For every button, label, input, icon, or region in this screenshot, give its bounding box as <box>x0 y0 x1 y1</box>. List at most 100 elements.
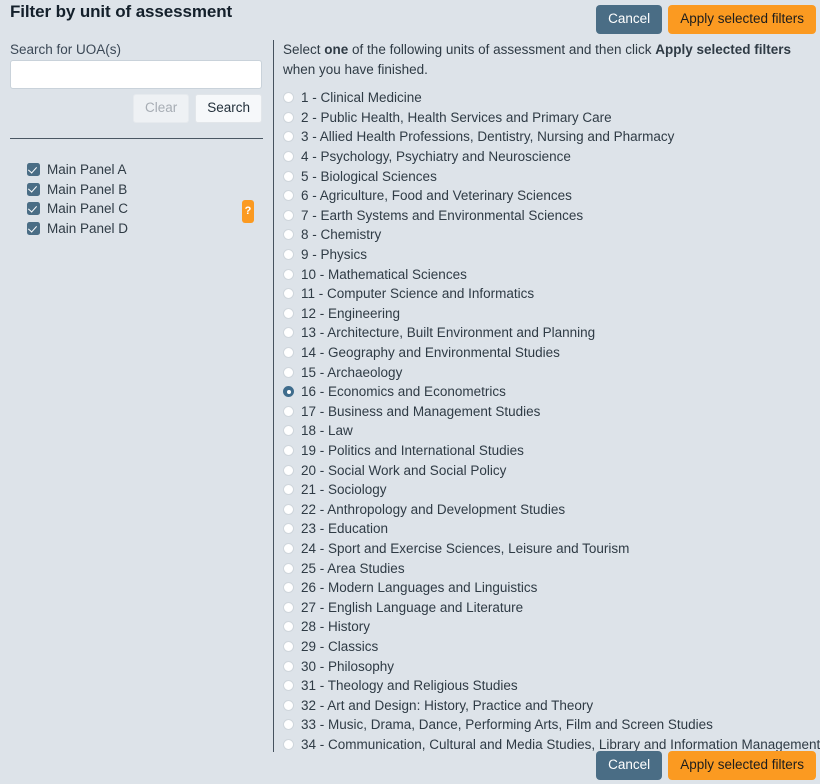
radio-unselected-icon[interactable] <box>283 131 294 142</box>
instructions-part3: when you have finished. <box>283 62 428 77</box>
radio-unselected-icon[interactable] <box>283 582 294 593</box>
radio-unselected-icon[interactable] <box>283 661 294 672</box>
uoa-label: 14 - Geography and Environmental Studies <box>301 345 560 360</box>
radio-unselected-icon[interactable] <box>283 465 294 476</box>
checkbox-checked-icon[interactable] <box>27 222 40 235</box>
radio-unselected-icon[interactable] <box>283 641 294 652</box>
cancel-button-top[interactable]: Cancel <box>596 5 662 34</box>
uoa-label: 17 - Business and Management Studies <box>301 404 540 419</box>
uoa-label: 24 - Sport and Exercise Sciences, Leisur… <box>301 541 629 556</box>
uoa-label: 26 - Modern Languages and Linguistics <box>301 580 537 595</box>
radio-unselected-icon[interactable] <box>283 504 294 515</box>
radio-unselected-icon[interactable] <box>283 151 294 162</box>
uoa-label: 34 - Communication, Cultural and Media S… <box>301 737 820 752</box>
uoa-label: 18 - Law <box>301 423 353 438</box>
main-panel-checkbox-row[interactable]: Main Panel C <box>0 199 272 219</box>
radio-unselected-icon[interactable] <box>283 700 294 711</box>
radio-unselected-icon[interactable] <box>283 445 294 456</box>
uoa-radio-row[interactable]: 12 - Engineering <box>283 304 817 324</box>
uoa-radio-row[interactable]: 15 - Archaeology <box>283 362 817 382</box>
bottom-action-bar: Cancel Apply selected filters <box>596 751 816 780</box>
uoa-radio-list: 1 - Clinical Medicine 2 - Public Health, … <box>283 88 817 754</box>
uoa-radio-row[interactable]: 30 - Philosophy <box>283 656 817 676</box>
uoa-radio-row[interactable]: 27 - English Language and Literature <box>283 597 817 617</box>
checkbox-checked-icon[interactable] <box>27 202 40 215</box>
help-icon[interactable]: ? <box>242 200 254 223</box>
uoa-radio-row[interactable]: 4 - Psychology, Psychiatry and Neuroscie… <box>283 147 817 167</box>
radio-unselected-icon[interactable] <box>283 425 294 436</box>
radio-unselected-icon[interactable] <box>283 680 294 691</box>
uoa-radio-row[interactable]: 33 - Music, Drama, Dance, Performing Art… <box>283 715 817 735</box>
radio-unselected-icon[interactable] <box>283 92 294 103</box>
uoa-radio-row[interactable]: 21 - Sociology <box>283 480 817 500</box>
clear-button[interactable]: Clear <box>133 94 189 123</box>
radio-unselected-icon[interactable] <box>283 112 294 123</box>
uoa-radio-row[interactable]: 22 - Anthropology and Development Studie… <box>283 499 817 519</box>
uoa-radio-row[interactable]: 24 - Sport and Exercise Sciences, Leisur… <box>283 539 817 559</box>
uoa-radio-row[interactable]: 10 - Mathematical Sciences <box>283 264 817 284</box>
uoa-radio-row[interactable]: 11 - Computer Science and Informatics <box>283 284 817 304</box>
cancel-button-bottom[interactable]: Cancel <box>596 751 662 780</box>
uoa-radio-row[interactable]: 13 - Architecture, Built Environment and… <box>283 323 817 343</box>
uoa-label: 25 - Area Studies <box>301 561 405 576</box>
uoa-radio-row[interactable]: 26 - Modern Languages and Linguistics <box>283 578 817 598</box>
uoa-radio-row[interactable]: 31 - Theology and Religious Studies <box>283 676 817 696</box>
radio-unselected-icon[interactable] <box>283 269 294 280</box>
uoa-label: 1 - Clinical Medicine <box>301 90 422 105</box>
uoa-radio-row[interactable]: 18 - Law <box>283 421 817 441</box>
radio-unselected-icon[interactable] <box>283 327 294 338</box>
radio-unselected-icon[interactable] <box>283 543 294 554</box>
radio-unselected-icon[interactable] <box>283 308 294 319</box>
radio-unselected-icon[interactable] <box>283 171 294 182</box>
uoa-radio-row[interactable]: 8 - Chemistry <box>283 225 817 245</box>
uoa-radio-row[interactable]: 5 - Biological Sciences <box>283 166 817 186</box>
uoa-radio-row[interactable]: 25 - Area Studies <box>283 558 817 578</box>
main-panel-checkbox-row[interactable]: Main Panel D <box>0 219 272 239</box>
uoa-label: 23 - Education <box>301 521 388 536</box>
search-button[interactable]: Search <box>195 94 262 123</box>
main-panel-checkbox-row[interactable]: Main Panel B <box>0 180 272 200</box>
radio-unselected-icon[interactable] <box>283 367 294 378</box>
radio-unselected-icon[interactable] <box>283 602 294 613</box>
uoa-radio-row[interactable]: 19 - Politics and International Studies <box>283 441 817 461</box>
radio-unselected-icon[interactable] <box>283 523 294 534</box>
uoa-radio-row[interactable]: 32 - Art and Design: History, Practice a… <box>283 695 817 715</box>
uoa-label: 33 - Music, Drama, Dance, Performing Art… <box>301 717 713 732</box>
radio-unselected-icon[interactable] <box>283 288 294 299</box>
radio-unselected-icon[interactable] <box>283 719 294 730</box>
main-panel-checkbox-row[interactable]: Main Panel A <box>0 160 272 180</box>
search-input[interactable] <box>10 60 262 89</box>
radio-unselected-icon[interactable] <box>283 249 294 260</box>
radio-unselected-icon[interactable] <box>283 210 294 221</box>
uoa-label: 15 - Archaeology <box>301 365 402 380</box>
radio-unselected-icon[interactable] <box>283 621 294 632</box>
uoa-radio-row[interactable]: 20 - Social Work and Social Policy <box>283 460 817 480</box>
radio-unselected-icon[interactable] <box>283 347 294 358</box>
radio-unselected-icon[interactable] <box>283 563 294 574</box>
uoa-radio-row[interactable]: 3 - Allied Health Professions, Dentistry… <box>283 127 817 147</box>
uoa-label: 11 - Computer Science and Informatics <box>301 286 534 301</box>
uoa-radio-row[interactable]: 16 - Economics and Econometrics <box>283 382 817 402</box>
radio-unselected-icon[interactable] <box>283 484 294 495</box>
instructions-part1: Select <box>283 42 324 57</box>
checkbox-checked-icon[interactable] <box>27 183 40 196</box>
radio-unselected-icon[interactable] <box>283 406 294 417</box>
apply-selected-filters-button-bottom[interactable]: Apply selected filters <box>668 751 816 780</box>
uoa-radio-row[interactable]: 1 - Clinical Medicine <box>283 88 817 108</box>
uoa-radio-row[interactable]: 7 - Earth Systems and Environmental Scie… <box>283 206 817 226</box>
main-panel-label: Main Panel B <box>47 182 127 197</box>
uoa-radio-row[interactable]: 6 - Agriculture, Food and Veterinary Sci… <box>283 186 817 206</box>
uoa-radio-row[interactable]: 28 - History <box>283 617 817 637</box>
uoa-radio-row[interactable]: 9 - Physics <box>283 245 817 265</box>
uoa-radio-row[interactable]: 17 - Business and Management Studies <box>283 402 817 422</box>
checkbox-checked-icon[interactable] <box>27 163 40 176</box>
apply-selected-filters-button-top[interactable]: Apply selected filters <box>668 5 816 34</box>
radio-unselected-icon[interactable] <box>283 190 294 201</box>
uoa-radio-row[interactable]: 2 - Public Health, Health Services and P… <box>283 108 817 128</box>
radio-unselected-icon[interactable] <box>283 739 294 750</box>
radio-selected-icon[interactable] <box>283 386 294 397</box>
radio-unselected-icon[interactable] <box>283 229 294 240</box>
uoa-radio-row[interactable]: 14 - Geography and Environmental Studies <box>283 343 817 363</box>
uoa-radio-row[interactable]: 23 - Education <box>283 519 817 539</box>
uoa-radio-row[interactable]: 29 - Classics <box>283 637 817 657</box>
